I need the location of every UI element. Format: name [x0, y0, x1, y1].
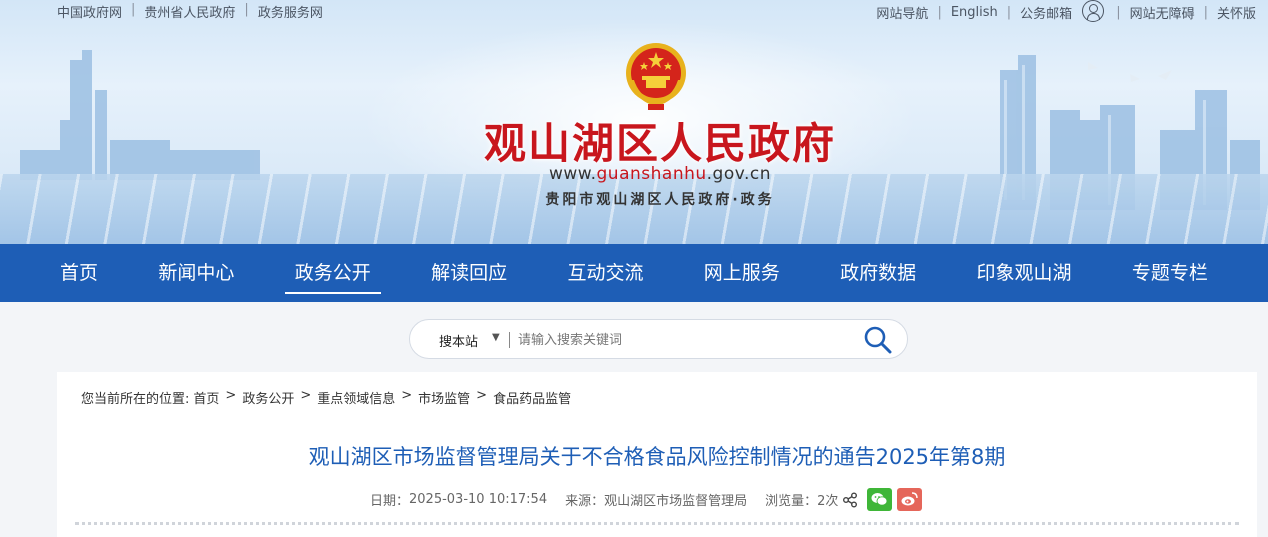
separator: |	[244, 2, 249, 17]
header-banner: 中国政府网 | 贵州省人民政府 | 政务服务网 网站导航 | English |…	[0, 0, 1268, 244]
breadcrumb-food-drug[interactable]: 食品药品监管	[493, 388, 571, 407]
breadcrumb-gov-affairs[interactable]: 政务公开	[242, 388, 294, 407]
nav-item-gov-affairs[interactable]: 政务公开	[284, 244, 381, 302]
breadcrumb-separator: >	[401, 388, 413, 403]
breadcrumb: 您当前所在的位置: 首页 > 政务公开 > 重点领域信息 > 市场监管 > 食品…	[81, 388, 571, 407]
url-prefix: www.	[548, 164, 597, 184]
site-subtitle: 贵阳市观山湖区人民政府·政务	[545, 192, 775, 208]
nav-item-online-service[interactable]: 网上服务	[694, 244, 790, 302]
article-card: 您当前所在的位置: 首页 > 政务公开 > 重点领域信息 > 市场监管 > 食品…	[57, 372, 1257, 537]
breadcrumb-separator: >	[300, 388, 312, 403]
link-english[interactable]: English	[951, 5, 998, 20]
link-elderly-mode[interactable]: 关怀版	[1217, 3, 1256, 22]
source-label: 来源：	[565, 494, 605, 509]
wechat-icon	[871, 493, 888, 506]
weibo-icon	[901, 492, 919, 506]
separator: |	[131, 2, 136, 17]
user-icon[interactable]	[1082, 0, 1105, 22]
separator: |	[1203, 4, 1208, 20]
separator: |	[1116, 4, 1121, 20]
breadcrumb-market-supervision[interactable]: 市场监管	[418, 388, 470, 407]
search-divider	[509, 332, 510, 348]
weibo-share-button[interactable]	[897, 488, 923, 511]
link-service-portal[interactable]: 政务服务网	[258, 2, 323, 21]
separator: |	[1006, 4, 1012, 20]
nav-item-impression[interactable]: 印象观山湖	[967, 244, 1082, 302]
utility-links: 网站导航 | English | 公务邮箱 | 网站无障碍 | 关怀版	[876, 0, 1256, 22]
breadcrumb-prefix: 您当前所在的位置:	[81, 392, 190, 407]
breadcrumb-separator: >	[225, 388, 237, 403]
nav-item-interpretation[interactable]: 解读回应	[421, 244, 517, 302]
link-gov-cn[interactable]: 中国政府网	[57, 2, 122, 21]
nav-item-home[interactable]: 首页	[50, 244, 108, 302]
nav-item-gov-data[interactable]: 政府数据	[830, 244, 926, 302]
share-icon[interactable]	[842, 492, 858, 508]
national-emblem-icon	[626, 43, 686, 110]
main-nav: 首页 新闻中心 政务公开 解读回应 互动交流 网上服务 政府数据 印象观山湖 专…	[0, 244, 1268, 302]
search-scope-select[interactable]: 搜本站	[439, 331, 478, 350]
link-guizhou-gov[interactable]: 贵州省人民政府	[144, 2, 235, 21]
chevron-down-icon[interactable]: ▼	[492, 332, 500, 343]
breadcrumb-separator: >	[476, 388, 488, 403]
wechat-share-button[interactable]	[867, 488, 893, 511]
external-links: 中国政府网 | 贵州省人民政府 | 政务服务网	[57, 2, 323, 21]
date-label: 日期：	[370, 494, 410, 509]
top-utility-bar: 中国政府网 | 贵州省人民政府 | 政务服务网 网站导航 | English |…	[0, 0, 1268, 22]
link-accessibility[interactable]: 网站无障碍	[1130, 3, 1195, 22]
url-domain: guanshanhu	[596, 164, 707, 184]
nav-item-interaction[interactable]: 互动交流	[557, 244, 653, 302]
views-label: 浏览量：	[765, 494, 818, 509]
nav-item-news[interactable]: 新闻中心	[148, 244, 244, 302]
site-url: www.guanshanhu.gov.cn	[500, 164, 820, 184]
site-title: 观山湖区人民政府	[483, 119, 836, 168]
separator: |	[937, 4, 942, 20]
article-title: 观山湖区市场监督管理局关于不合格食品风险控制情况的通告2025年第8期	[308, 445, 1006, 469]
article-date: 2025-03-10 10:17:54	[409, 492, 548, 507]
link-site-nav[interactable]: 网站导航	[876, 3, 928, 22]
search-input[interactable]	[518, 328, 848, 352]
nav-item-special-topics[interactable]: 专题专栏	[1122, 244, 1218, 302]
url-suffix: .gov.cn	[706, 164, 772, 184]
breadcrumb-key-areas[interactable]: 重点领域信息	[317, 388, 395, 407]
article-source: 观山湖区市场监督管理局	[604, 494, 748, 509]
article-views: 2次	[817, 494, 839, 509]
breadcrumb-home[interactable]: 首页	[189, 388, 219, 407]
article-meta: 日期： 2025-03-10 10:17:54 来源： 观山湖区市场监督管理局 …	[370, 488, 923, 511]
banner-ground	[0, 174, 1268, 244]
search-icon[interactable]	[862, 325, 894, 355]
content-divider	[75, 522, 1239, 525]
link-email[interactable]: 公务邮箱	[1020, 3, 1072, 22]
search-bar: 搜本站 ▼	[409, 319, 908, 359]
